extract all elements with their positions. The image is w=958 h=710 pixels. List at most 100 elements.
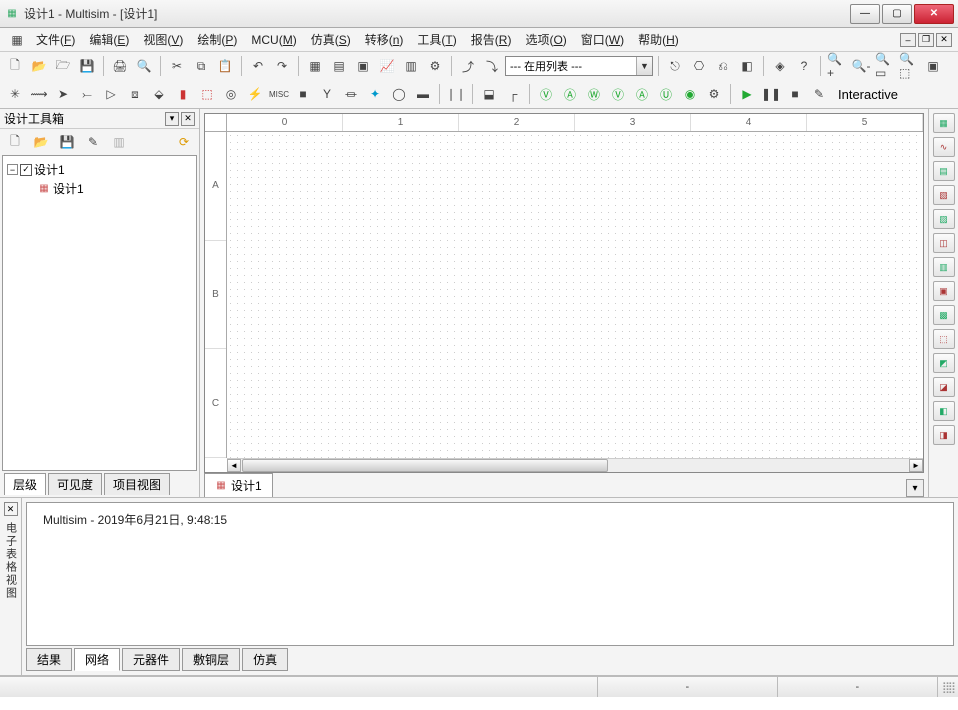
place-connector-icon[interactable]: ◯ [388, 83, 410, 105]
print-icon[interactable]: 🖨 [109, 55, 131, 77]
instrument-bode-icon[interactable]: ◫ [933, 233, 955, 253]
instrument-dist-icon[interactable]: ◪ [933, 377, 955, 397]
place-misc-icon[interactable]: MISC [268, 83, 290, 105]
sim-w-icon[interactable]: Ⓦ [583, 83, 605, 105]
place-ttl-icon[interactable]: ⧈ [124, 83, 146, 105]
mdi-restore-button[interactable]: ❐ [918, 33, 934, 47]
place-bus-icon[interactable]: ❘❘ [445, 83, 467, 105]
table-icon[interactable]: ▤ [328, 55, 350, 77]
instrument-funcgen-icon[interactable]: ∿ [933, 137, 955, 157]
cut-icon[interactable]: ✂ [166, 55, 188, 77]
place-misc-digital-icon[interactable]: ▮ [172, 83, 194, 105]
place-power-icon[interactable]: ⚡ [244, 83, 266, 105]
fullscreen-icon[interactable]: ▣ [922, 55, 944, 77]
sidebar-tab-0[interactable]: 层级 [4, 473, 46, 495]
instrument-scope-icon[interactable]: ▧ [933, 185, 955, 205]
menu-v[interactable]: 视图(V) [137, 29, 189, 50]
new-file-icon[interactable]: 🗋 [4, 55, 26, 77]
output-tab-1[interactable]: 网络 [74, 648, 120, 671]
menu-p[interactable]: 绘制(P) [191, 29, 243, 50]
instrument-net-icon[interactable]: ◨ [933, 425, 955, 445]
menu-r[interactable]: 报告(R) [465, 29, 518, 50]
interactive-icon[interactable]: ✎ [808, 83, 830, 105]
list-icon[interactable]: ▥ [400, 55, 422, 77]
layout-icon[interactable]: ▣ [352, 55, 374, 77]
close-button[interactable]: ✕ [914, 4, 954, 24]
tool-e-icon[interactable]: ⎌ [712, 55, 734, 77]
minimize-button[interactable]: — [850, 4, 880, 24]
toolbox-close-button[interactable]: ✕ [181, 112, 195, 126]
tb-refresh-icon[interactable]: ⟳ [173, 131, 195, 153]
scroll-thumb[interactable] [242, 459, 608, 472]
sim-settings-icon[interactable]: ⚙ [703, 83, 725, 105]
tb-save-icon[interactable]: 💾 [56, 131, 78, 153]
component-a-icon[interactable]: ⤴ [457, 55, 479, 77]
sidebar-tab-2[interactable]: 项目视图 [104, 473, 170, 495]
place-rf-icon[interactable]: Y [316, 83, 338, 105]
sim-a-icon[interactable]: Ⓐ [559, 83, 581, 105]
mdi-close-button[interactable]: ✕ [936, 33, 952, 47]
menu-n[interactable]: 转移(n) [359, 29, 410, 50]
horizontal-scrollbar[interactable]: ◄ ► [227, 458, 923, 472]
output-tab-4[interactable]: 仿真 [242, 648, 288, 671]
instrument-multimeter-icon[interactable]: ▦ [933, 113, 955, 133]
mdi-min-button[interactable]: – [900, 33, 916, 47]
redo-icon[interactable]: ↷ [271, 55, 293, 77]
sidebar-tab-1[interactable]: 可见度 [48, 473, 102, 495]
tb-open-icon[interactable]: 📂 [30, 131, 52, 153]
tree-root-node[interactable]: − ✓ 设计1 [7, 160, 192, 179]
graph-icon[interactable]: 📈 [376, 55, 398, 77]
output-tab-3[interactable]: 敷铜层 [182, 648, 240, 671]
print-preview-icon[interactable]: 🔍 [133, 55, 155, 77]
copy-icon[interactable]: ⧉ [190, 55, 212, 77]
place-source-icon[interactable]: ✳ [4, 83, 26, 105]
zoom-out-icon[interactable]: 🔍- [850, 55, 872, 77]
place-analog-icon[interactable]: ▷ [100, 83, 122, 105]
toolbox-dropdown-button[interactable]: ▾ [165, 112, 179, 126]
tool-f-icon[interactable]: ◧ [736, 55, 758, 77]
open-folder-icon[interactable]: 📂 [28, 55, 50, 77]
tool-d-icon[interactable]: ⎔ [688, 55, 710, 77]
place-mixed-icon[interactable]: ⬚ [196, 83, 218, 105]
sim-a2-icon[interactable]: Ⓐ [631, 83, 653, 105]
menu-t[interactable]: 工具(T) [411, 29, 462, 50]
menu-h[interactable]: 帮助(H) [632, 29, 685, 50]
inuse-list-combo[interactable]: ▼ [505, 56, 653, 76]
output-tab-2[interactable]: 元器件 [122, 648, 180, 671]
scroll-left-icon[interactable]: ◄ [227, 459, 241, 472]
menu-app-icon[interactable]: ▦ [6, 29, 28, 51]
place-ni-icon[interactable]: ✦ [364, 83, 386, 105]
zoom-area-icon[interactable]: 🔍▭ [874, 55, 896, 77]
sim-d-icon[interactable]: ◉ [679, 83, 701, 105]
chevron-down-icon[interactable]: ▼ [636, 57, 652, 75]
place-mcu-icon[interactable]: ▬ [412, 83, 434, 105]
menu-f[interactable]: 文件(F) [30, 29, 81, 50]
schematic-canvas[interactable]: 012345 ABC ◄ ► [204, 113, 924, 473]
hierarchy-icon[interactable]: ⬓ [478, 83, 500, 105]
stop-icon[interactable]: ■ [784, 83, 806, 105]
instrument-spec-icon[interactable]: ◧ [933, 401, 955, 421]
properties-icon[interactable]: ⚙ [424, 55, 446, 77]
tb-new-icon[interactable]: 🗋 [4, 131, 26, 153]
place-cmos-icon[interactable]: ⬙ [148, 83, 170, 105]
sim-u-icon[interactable]: Ⓤ [655, 83, 677, 105]
checkbox-icon[interactable]: ✓ [20, 164, 32, 176]
inuse-list-input[interactable] [506, 57, 636, 75]
pause-icon[interactable]: ❚❚ [760, 83, 782, 105]
instrument-4ch-scope-icon[interactable]: ▨ [933, 209, 955, 229]
grid-icon[interactable]: ▦ [304, 55, 326, 77]
resize-grip-icon[interactable]: ⣿⣿ [937, 677, 958, 697]
maximize-button[interactable]: ▢ [882, 4, 912, 24]
output-tab-0[interactable]: 结果 [26, 648, 72, 671]
instrument-iv-icon[interactable]: ◩ [933, 353, 955, 373]
save-icon[interactable]: 💾 [76, 55, 98, 77]
doc-tab-more-button[interactable]: ▾ [906, 479, 924, 497]
place-basic-icon[interactable]: ⟿ [28, 83, 50, 105]
tb-view-icon[interactable]: ▥ [108, 131, 130, 153]
instrument-logican-icon[interactable]: ▩ [933, 305, 955, 325]
wire-icon[interactable]: ┌ [502, 83, 524, 105]
place-indicator-icon[interactable]: ◎ [220, 83, 242, 105]
place-diode-icon[interactable]: ➤ [52, 83, 74, 105]
menu-m[interactable]: MCU(M) [245, 31, 302, 49]
undo-icon[interactable]: ↶ [247, 55, 269, 77]
